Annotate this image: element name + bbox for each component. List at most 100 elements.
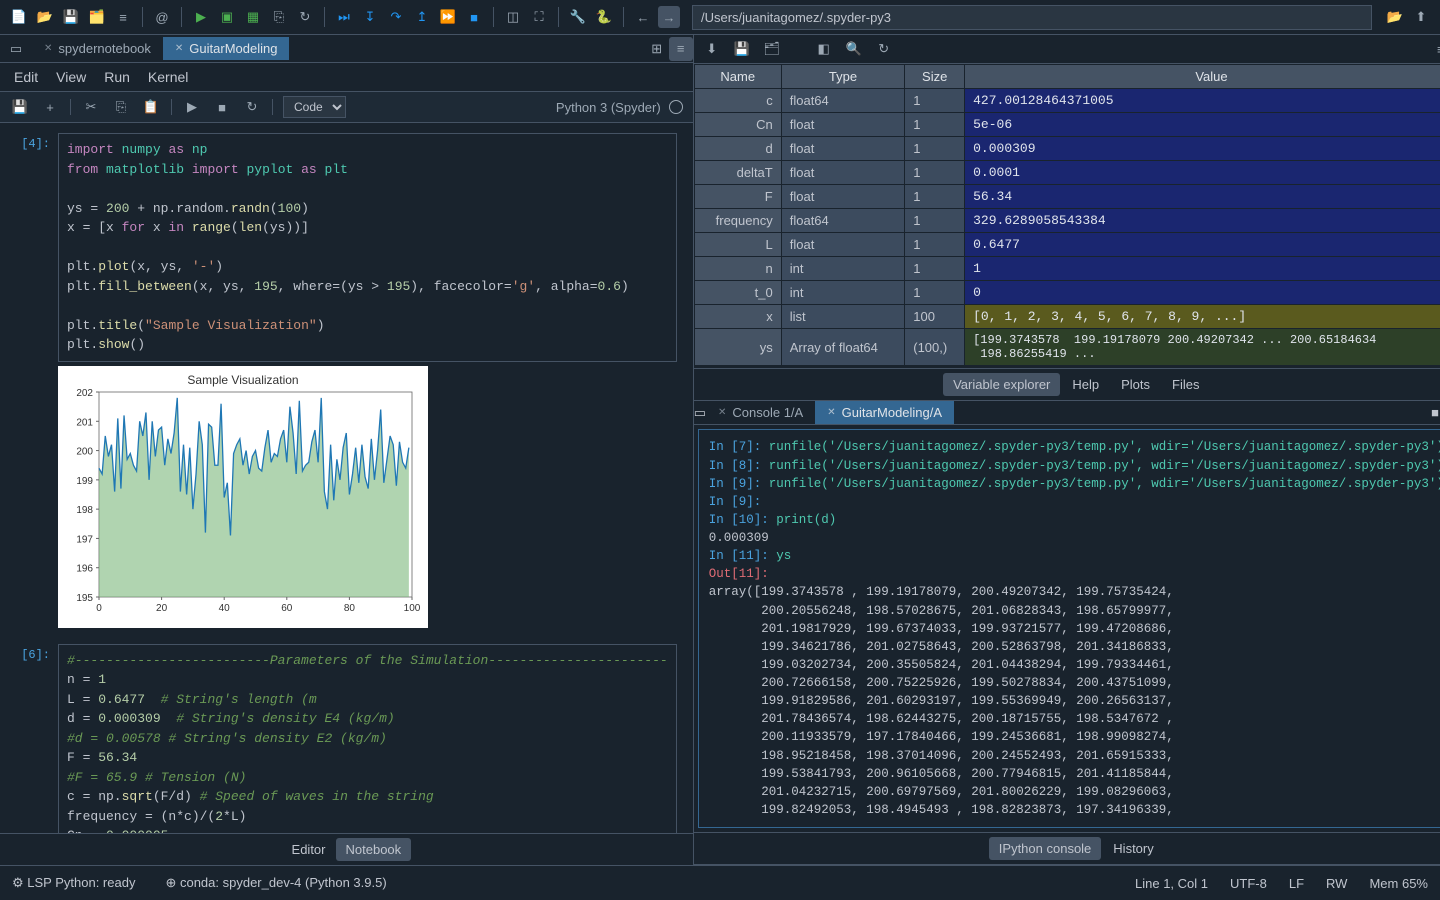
open-file-icon[interactable]: 📂: [34, 6, 56, 28]
tab-spydernotebook[interactable]: ✕spydernotebook: [32, 37, 163, 60]
debug-continue-icon[interactable]: ⏩: [437, 6, 459, 28]
console-output[interactable]: In [7]: runfile('/Users/juanitagomez/.sp…: [698, 429, 1440, 828]
window-icon[interactable]: ◫: [502, 6, 524, 28]
run-icon[interactable]: ▶: [190, 6, 212, 28]
cell-type-select[interactable]: Code: [283, 96, 346, 118]
debug-step-icon[interactable]: ⏭: [333, 6, 355, 28]
col-size[interactable]: Size: [905, 65, 965, 89]
table-row[interactable]: nint11: [694, 257, 1440, 281]
nb-paste-icon[interactable]: 📋: [141, 97, 161, 117]
back-icon[interactable]: ←: [632, 6, 654, 28]
debug-out-icon[interactable]: ↥: [411, 6, 433, 28]
nb-add-icon[interactable]: +: [40, 97, 60, 117]
import-icon[interactable]: ⬇: [702, 39, 722, 59]
python-path-icon[interactable]: 🐍: [593, 6, 615, 28]
table-row[interactable]: deltaTfloat10.0001: [694, 161, 1440, 185]
col-type[interactable]: Type: [781, 65, 905, 89]
nb-stop-icon[interactable]: ■: [212, 97, 232, 117]
ptab-plots[interactable]: Plots: [1111, 373, 1160, 396]
working-dir-input[interactable]: [692, 5, 1372, 30]
table-row[interactable]: xlist100[0, 1, 2, 3, 4, 5, 6, 7, 8, 9, .…: [694, 305, 1440, 329]
parent-dir-icon[interactable]: ⬆: [1410, 6, 1432, 28]
search-icon[interactable]: 🔍: [844, 39, 864, 59]
varexp-toolbar: ⬇ 💾 🗂 ◧ 🔍 ↻ ≡: [694, 35, 1440, 64]
menu-kernel[interactable]: Kernel: [148, 69, 188, 85]
file-mode: RW: [1326, 876, 1347, 891]
notebook-area[interactable]: [4]: import numpy as np from matplotlib …: [0, 123, 693, 833]
stop-console-icon[interactable]: ■: [1431, 405, 1439, 420]
forward-icon[interactable]: →: [658, 6, 680, 28]
tab-guitarmodeling[interactable]: ✕GuitarModeling: [163, 37, 290, 60]
debug-over-icon[interactable]: ↷: [385, 6, 407, 28]
console-browse-icon[interactable]: ▭: [694, 405, 706, 421]
table-row[interactable]: dfloat10.000309: [694, 137, 1440, 161]
btab-notebook[interactable]: Notebook: [336, 838, 412, 861]
working-dir-field[interactable]: [692, 5, 1372, 30]
table-row[interactable]: Ffloat156.34: [694, 185, 1440, 209]
run-cell-icon[interactable]: ▣: [216, 6, 238, 28]
table-row[interactable]: Cnfloat15e-06: [694, 113, 1440, 137]
browse-dir-icon[interactable]: 📂: [1384, 6, 1406, 28]
run-cell-advance-icon[interactable]: ▦: [242, 6, 264, 28]
svg-text:197: 197: [76, 534, 93, 545]
table-row[interactable]: ysArray of float64(100,)[199.3743578 199…: [694, 329, 1440, 366]
nb-save-icon[interactable]: 💾: [10, 97, 30, 117]
notebook-cell: [6]: #-------------------------Parameter…: [16, 644, 677, 834]
ptab-files[interactable]: Files: [1162, 373, 1209, 396]
ptab-varexp[interactable]: Variable explorer: [943, 373, 1060, 396]
main-toolbar: 📄 📂 💾 🗂️ ≡ @ ▶ ▣ ▦ ⎘ ↻ ⏭ ↧ ↷ ↥ ⏩ ■ ◫ ⛶ 🔧…: [0, 0, 1440, 35]
at-icon[interactable]: @: [151, 6, 173, 28]
maximize-icon[interactable]: ⛶: [528, 6, 550, 28]
conda-status: ⊕ conda: spyder_dev-4 (Python 3.9.5): [165, 875, 386, 891]
debug-stop-icon[interactable]: ■: [463, 6, 485, 28]
nb-run-icon[interactable]: ▶: [182, 97, 202, 117]
preferences-icon[interactable]: 🔧: [567, 6, 589, 28]
refresh-icon[interactable]: ↻: [874, 39, 894, 59]
svg-text:40: 40: [219, 603, 231, 614]
close-icon[interactable]: ✕: [175, 43, 183, 54]
table-row[interactable]: Lfloat10.6477: [694, 233, 1440, 257]
console-tab-guitar[interactable]: ✕GuitarModeling/A: [815, 401, 954, 424]
close-icon[interactable]: ✕: [44, 43, 52, 54]
memory: Mem 65%: [1369, 876, 1428, 891]
eraser-icon[interactable]: ◧: [814, 39, 834, 59]
rerun-icon[interactable]: ↻: [294, 6, 316, 28]
svg-text:198: 198: [76, 505, 93, 516]
hamburger-icon[interactable]: ≡: [1431, 39, 1440, 59]
menu-view[interactable]: View: [56, 69, 86, 85]
new-file-icon[interactable]: 📄: [8, 6, 30, 28]
menu-run[interactable]: Run: [104, 69, 130, 85]
nb-cut-icon[interactable]: ✂: [81, 97, 101, 117]
notebook-menubar: Edit View Run Kernel: [0, 63, 693, 92]
close-icon[interactable]: ✕: [718, 407, 726, 418]
run-selection-icon[interactable]: ⎘: [268, 6, 290, 28]
save-as-icon[interactable]: 🗂: [762, 39, 782, 59]
col-name[interactable]: Name: [694, 65, 781, 89]
nb-restart-icon[interactable]: ↻: [242, 97, 262, 117]
save-data-icon[interactable]: 💾: [732, 39, 752, 59]
variable-explorer-table[interactable]: Name Type Size Value cfloat641427.001284…: [694, 64, 1440, 368]
add-tab-icon[interactable]: ⊞: [645, 37, 669, 61]
table-row[interactable]: cfloat641427.00128464371005: [694, 89, 1440, 113]
svg-text:199: 199: [76, 475, 93, 486]
notebook-toolbar: 💾 + ✂ ⎘ 📋 ▶ ■ ↻ Code Python 3 (Spyder): [0, 92, 693, 123]
ptab-help[interactable]: Help: [1062, 373, 1109, 396]
menu-edit[interactable]: Edit: [14, 69, 38, 85]
save-all-icon[interactable]: 🗂️: [86, 6, 108, 28]
console-tab-1a[interactable]: ✕Console 1/A: [706, 401, 815, 424]
ptab-ipython[interactable]: IPython console: [989, 837, 1102, 860]
bars-icon[interactable]: ≡: [669, 37, 693, 61]
code-input[interactable]: #-------------------------Parameters of …: [58, 644, 677, 834]
tab-browse-icon[interactable]: ▭: [4, 37, 28, 61]
debug-into-icon[interactable]: ↧: [359, 6, 381, 28]
col-value[interactable]: Value: [965, 65, 1440, 89]
table-row[interactable]: t_0int10: [694, 281, 1440, 305]
btab-editor[interactable]: Editor: [282, 838, 336, 861]
ptab-history[interactable]: History: [1103, 837, 1163, 860]
close-icon[interactable]: ✕: [827, 407, 835, 418]
code-input[interactable]: import numpy as np from matplotlib impor…: [58, 133, 677, 362]
nb-copy-icon[interactable]: ⎘: [111, 97, 131, 117]
save-icon[interactable]: 💾: [60, 6, 82, 28]
list-icon[interactable]: ≡: [112, 6, 134, 28]
table-row[interactable]: frequencyfloat641329.6289058543384: [694, 209, 1440, 233]
